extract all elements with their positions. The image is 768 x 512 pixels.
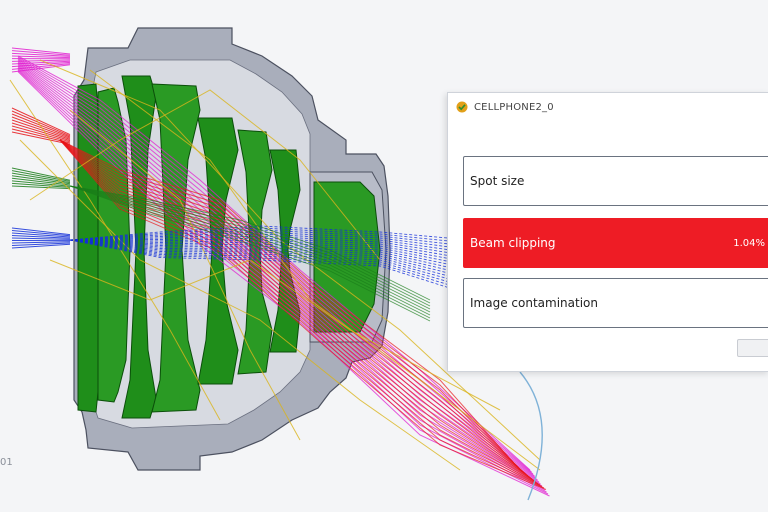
incoming-ray [11, 116, 71, 139]
viewport-corner-label: 01 [0, 457, 13, 468]
analysis-panel[interactable]: CELLPHONE2_0 Spot size Beam clipping 1.0… [447, 92, 768, 372]
incoming-ray [11, 241, 71, 244]
metric-label: Image contamination [470, 296, 598, 310]
metric-label: Spot size [470, 174, 525, 188]
panel-title: CELLPHONE2_0 [474, 101, 554, 113]
panel-titlebar[interactable]: CELLPHONE2_0 [448, 93, 768, 121]
metric-label: Beam clipping [470, 236, 556, 250]
metric-beam-clipping[interactable]: Beam clipping 1.04% [463, 218, 768, 268]
metric-image-contamination[interactable]: Image contamination [463, 278, 768, 328]
metric-spot-size[interactable]: Spot size [463, 156, 768, 206]
metric-value: 1.04% [733, 237, 765, 249]
panel-action-button[interactable] [737, 339, 768, 357]
cellphone-app-icon [456, 101, 468, 113]
